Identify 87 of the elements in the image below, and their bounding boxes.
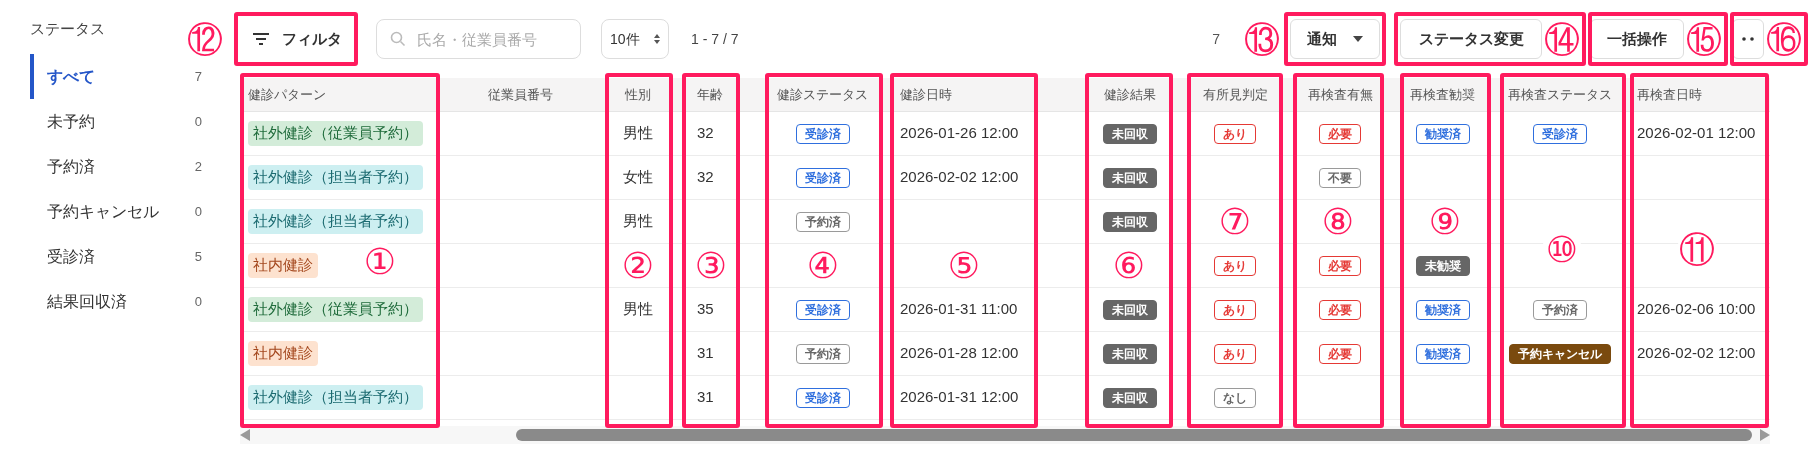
table-cell-text: 31 — [697, 387, 714, 408]
status-badge: 必要 — [1319, 123, 1361, 144]
status-badge: 未回収 — [1103, 387, 1157, 408]
status-badge: 受診済 — [795, 299, 850, 320]
pattern-tag: 社内健診 — [248, 253, 318, 278]
table-cell-text: 2026-01-28 12:00 — [900, 343, 1019, 364]
status-badge: 勧奨済 — [1415, 299, 1470, 320]
more-icon — [1742, 37, 1754, 41]
filter-icon — [252, 32, 270, 46]
pattern-tag: 社内健診 — [248, 341, 318, 366]
status-badge: 必要 — [1319, 299, 1361, 320]
column-header: 健診結果 — [1104, 85, 1156, 104]
pattern-tag: 社外健診（担当者予約） — [248, 165, 423, 190]
status-badge: あり — [1214, 343, 1256, 364]
status-badge: あり — [1214, 123, 1256, 144]
status-change-button[interactable]: ステータス変更 — [1400, 19, 1542, 59]
sidebar-item[interactable]: 予約キャンセル 0 — [30, 189, 232, 234]
status-badge: なし — [1214, 387, 1256, 408]
total-count: 7 — [1212, 29, 1220, 49]
table-cell-text: 2026-01-31 12:00 — [900, 387, 1019, 408]
range-text: 1 - 7 / 7 — [691, 29, 739, 49]
filter-button[interactable]: フィルタ — [240, 19, 354, 59]
sidebar-item[interactable]: 予約済 2 — [30, 144, 232, 189]
table-cell-text: 2026-01-26 12:00 — [900, 123, 1019, 144]
table-cell-text: 男性 — [622, 299, 653, 320]
column-header: 性別 — [624, 85, 651, 104]
status-badge: 受診済 — [1533, 123, 1587, 144]
column-header: 健診パターン — [248, 85, 326, 104]
table-cell-text: 32 — [697, 167, 714, 188]
column-header: 年齢 — [697, 85, 723, 104]
sidebar-item[interactable]: 未予約 0 — [30, 99, 232, 144]
scrollbar-thumb[interactable] — [516, 429, 1752, 441]
table-cell-text: 2026-02-02 12:00 — [1637, 343, 1756, 364]
status-badge: 予約済 — [795, 343, 850, 364]
status-badge: 未回収 — [1103, 343, 1157, 364]
status-badge: 不要 — [1319, 167, 1361, 188]
table-cell-text: 2026-02-01 12:00 — [1637, 123, 1756, 144]
table-cell-text: 35 — [697, 299, 714, 320]
scroll-left-icon[interactable] — [240, 429, 250, 441]
status-badge: 勧奨済 — [1415, 343, 1470, 364]
column-header: 有所見判定 — [1202, 85, 1268, 104]
status-badge: 勧奨済 — [1415, 123, 1470, 144]
scroll-right-icon[interactable] — [1760, 429, 1770, 441]
column-header: 従業員番号 — [487, 85, 553, 104]
notify-button[interactable]: 通知 — [1290, 19, 1380, 59]
column-header: 再検査日時 — [1637, 85, 1702, 104]
column-header: 再検査有無 — [1307, 85, 1373, 104]
status-badge: 予約済 — [795, 211, 850, 232]
horizontal-scrollbar[interactable] — [240, 426, 1770, 444]
status-badge: 未回収 — [1103, 167, 1157, 188]
table-cell-text: 32 — [697, 123, 714, 144]
updown-icon — [654, 34, 660, 44]
status-badge: 未回収 — [1103, 123, 1157, 144]
status-badge: 未回収 — [1103, 211, 1157, 232]
caret-icon — [1353, 36, 1363, 42]
status-badge: 未回収 — [1103, 299, 1157, 320]
status-badge: あり — [1214, 299, 1256, 320]
table-cell-text: 2026-02-02 12:00 — [900, 167, 1019, 188]
status-badge: 受診済 — [795, 123, 850, 144]
table-cell-text: 男性 — [622, 123, 653, 144]
status-badge: 未勧奨 — [1415, 255, 1470, 276]
status-badge: 予約キャンセル — [1509, 343, 1611, 364]
pattern-tag: 社外健診（担当者予約） — [248, 385, 423, 410]
table-cell-text: 女性 — [622, 167, 653, 188]
status-badge: あり — [1214, 255, 1256, 276]
column-header: 再検査ステータス — [1508, 85, 1612, 104]
table-cell-text: 男性 — [622, 211, 653, 232]
status-badge: 必要 — [1319, 255, 1361, 276]
search-field[interactable]: 氏名・従業員番号 — [376, 19, 581, 59]
column-header: 再検査勧奨 — [1410, 85, 1475, 104]
table-cell-text: 2026-01-31 11:00 — [900, 299, 1018, 320]
status-badge: 受診済 — [795, 387, 850, 408]
sidebar-item[interactable]: 結果回収済 0 — [30, 279, 232, 324]
status-badge: 予約済 — [1533, 299, 1587, 320]
table-cell-text: 2026-02-06 10:00 — [1637, 299, 1756, 320]
pattern-tag: 社外健診（担当者予約） — [248, 209, 423, 234]
pattern-tag: 社外健診（従業員予約） — [248, 121, 423, 146]
page-size-select[interactable]: 10件 — [601, 19, 669, 59]
column-header: 健診ステータス — [777, 85, 868, 104]
column-header: 健診日時 — [900, 85, 952, 104]
status-badge: 必要 — [1319, 343, 1361, 364]
search-icon — [390, 31, 406, 47]
sidebar-title: ステータス — [30, 19, 105, 39]
sidebar-item[interactable]: 受診済 5 — [30, 234, 232, 279]
status-badge: 受診済 — [795, 167, 850, 188]
table-cell-text: 31 — [697, 343, 714, 364]
pattern-tag: 社外健診（従業員予約） — [248, 297, 423, 322]
